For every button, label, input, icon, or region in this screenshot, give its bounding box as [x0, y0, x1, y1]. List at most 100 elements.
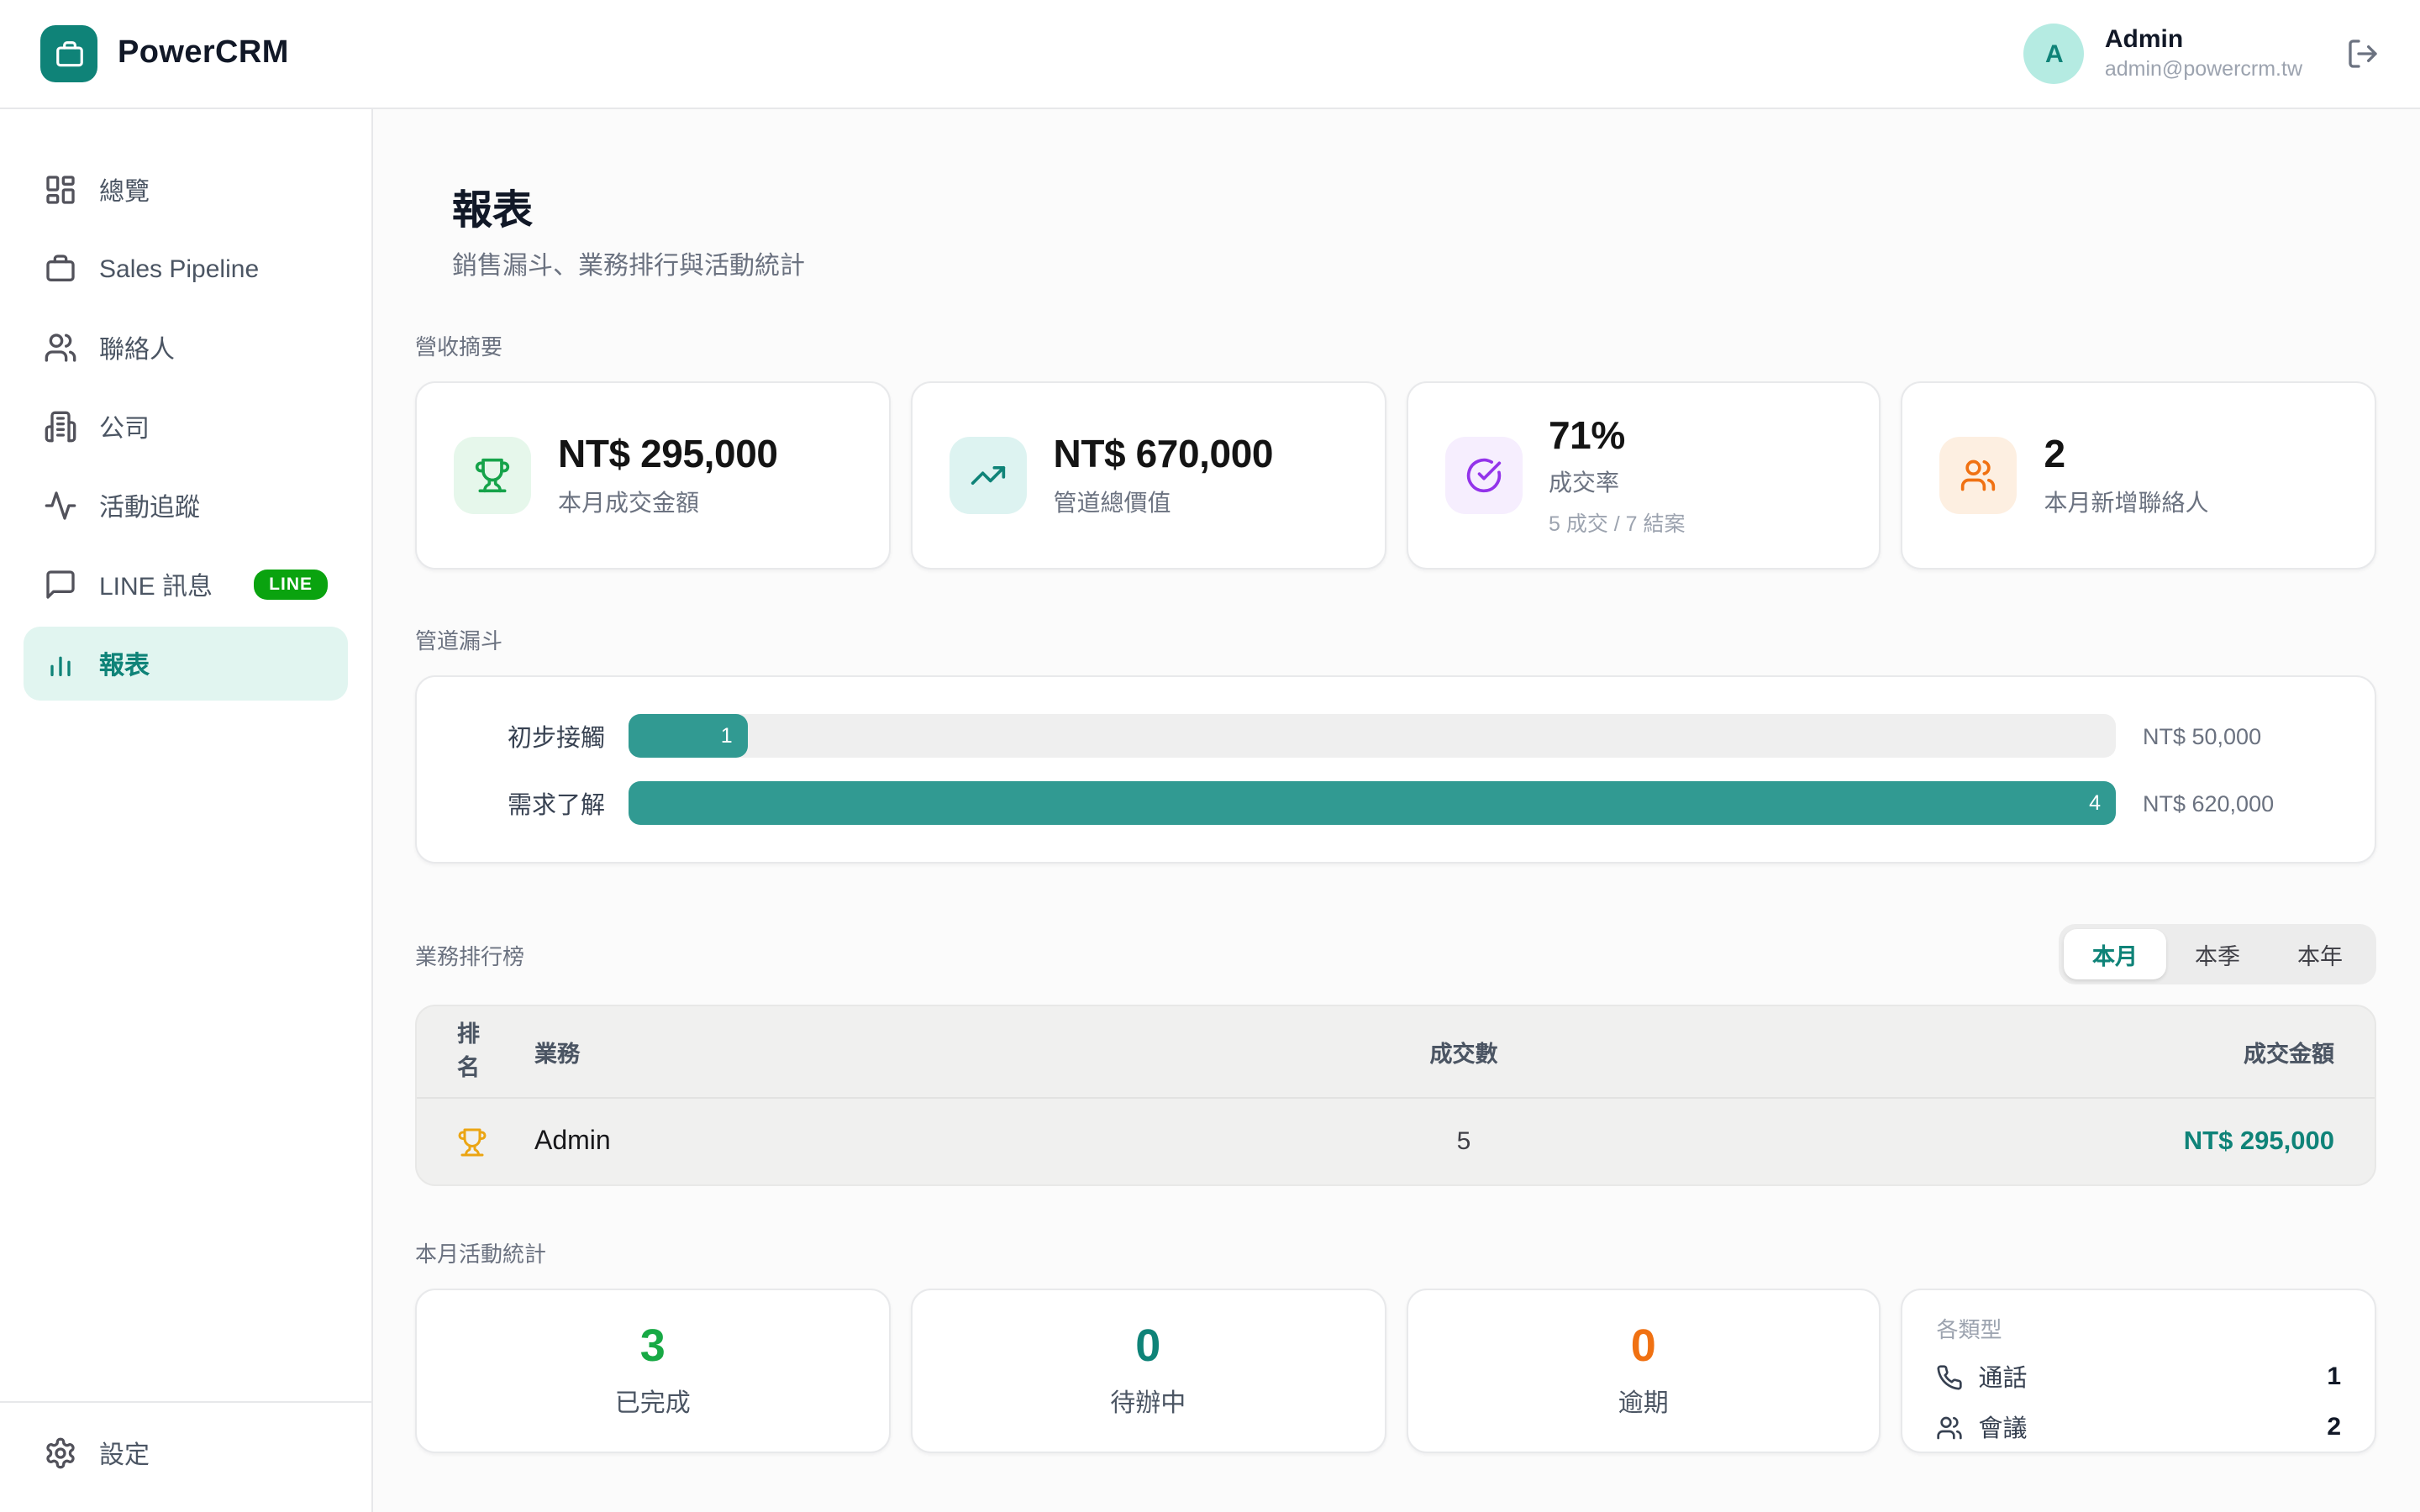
phone-icon	[1937, 1363, 1964, 1390]
stat-value: NT$ 295,000	[558, 433, 778, 477]
trophy-icon	[454, 437, 531, 514]
funnel-bar-track: 4	[629, 781, 2116, 825]
stat-value: 71%	[1549, 413, 1686, 458]
trophy-icon	[457, 1126, 534, 1157]
stage-amount: NT$ 50,000	[2139, 723, 2334, 748]
app-title: PowerCRM	[118, 35, 289, 72]
funnel-bar-fill: 4	[629, 781, 2116, 825]
activity-card-grid: 3 已完成 0 待辦中 0 逾期 各類型 通話 1	[415, 1289, 2376, 1453]
top-bar: PowerCRM A Admin admin@powercrm.tw	[0, 0, 2420, 109]
sidebar-item-activity[interactable]: 活動追蹤	[24, 469, 348, 543]
types-label: 各類型	[1937, 1312, 2342, 1344]
stat-value: NT$ 670,000	[1054, 433, 1274, 477]
user-meta: Admin admin@powercrm.tw	[2105, 25, 2302, 83]
card-win-rate: 71% 成交率 5 成交 / 7 結案	[1406, 381, 1881, 570]
rep-name: Admin	[534, 1126, 1316, 1157]
dashboard-icon	[44, 173, 77, 207]
users-icon	[1940, 437, 2018, 514]
stat-label: 待辦中	[1110, 1384, 1186, 1420]
stat-value: 3	[640, 1322, 666, 1372]
user-name: Admin	[2105, 25, 2302, 57]
funnel-section-label: 管道漏斗	[415, 623, 2376, 655]
users-icon	[44, 331, 77, 365]
stat-label: 已完成	[615, 1384, 691, 1420]
main-content: 報表 銷售漏斗、業務排行與活動統計 營收摘要 NT$ 295,000 本月成交金…	[373, 109, 2420, 1512]
sidebar-item-sales-pipeline[interactable]: Sales Pipeline	[24, 232, 348, 306]
stat-value: 0	[1135, 1322, 1160, 1372]
message-icon	[44, 568, 77, 601]
logout-button[interactable]	[2346, 37, 2380, 71]
revenue-section-label: 營收摘要	[415, 329, 2376, 361]
sidebar-item-reports[interactable]: 報表	[24, 627, 348, 701]
activity-section-label: 本月活動統計	[415, 1236, 2376, 1268]
sidebar-nav: 總覽 Sales Pipeline 聯絡人 公司 活動追蹤	[24, 153, 348, 701]
funnel-bar-track: 1	[629, 714, 2116, 758]
rep-deals: 5	[1316, 1127, 1612, 1156]
revenue-card-grid: NT$ 295,000 本月成交金額 NT$ 670,000 管道總價值	[415, 381, 2376, 570]
funnel-stage-row: 需求了解 4 NT$ 620,000	[457, 781, 2334, 825]
type-row-meetings: 會議 2	[1937, 1410, 2342, 1445]
rep-amount: NT$ 295,000	[1612, 1126, 2334, 1157]
building-icon	[44, 410, 77, 444]
stat-value: 2	[2044, 433, 2209, 477]
stat-label: 管道總價值	[1054, 485, 1274, 518]
type-row-calls: 通話 1	[1937, 1359, 2342, 1394]
tab-this-year[interactable]: 本年	[2269, 929, 2371, 979]
tab-this-month[interactable]: 本月	[2064, 929, 2166, 979]
type-value: 1	[2327, 1362, 2341, 1391]
brand: PowerCRM	[40, 25, 289, 82]
user-area: A Admin admin@powercrm.tw	[2024, 24, 2380, 84]
funnel-stage-row: 初步接觸 1 NT$ 50,000	[457, 714, 2334, 758]
sidebar-footer: 設定	[0, 1401, 371, 1512]
sidebar-item-companies[interactable]: 公司	[24, 390, 348, 464]
leaderboard-table: 排名 業務 成交數 成交金額 Admin 5 NT$ 295,000	[415, 1005, 2376, 1186]
card-activity-types: 各類型 通話 1 會議 2	[1902, 1289, 2377, 1453]
page-head: 報表 銷售漏斗、業務排行與活動統計	[452, 176, 2376, 282]
stage-name: 初步接觸	[457, 718, 605, 753]
page-subtitle: 銷售漏斗、業務排行與活動統計	[452, 247, 2376, 282]
column-amount: 成交金額	[1612, 1035, 2334, 1068]
line-badge: LINE	[254, 570, 328, 600]
sidebar-item-settings[interactable]: 設定	[24, 1416, 348, 1490]
sidebar-item-overview[interactable]: 總覽	[24, 153, 348, 227]
sidebar: 總覽 Sales Pipeline 聯絡人 公司 活動追蹤	[0, 109, 373, 1512]
sidebar-item-contacts[interactable]: 聯絡人	[24, 311, 348, 385]
activity-icon	[44, 489, 77, 522]
user-email: admin@powercrm.tw	[2105, 56, 2302, 82]
column-rank: 排名	[457, 1019, 482, 1084]
sidebar-item-line-messages[interactable]: LINE 訊息 LINE	[24, 548, 348, 622]
briefcase-logo-icon	[40, 25, 97, 82]
period-segmented-control: 本月 本季 本年	[2059, 924, 2376, 984]
app-window: PowerCRM A Admin admin@powercrm.tw 總覽	[0, 0, 2420, 1512]
type-value: 2	[2327, 1413, 2341, 1441]
page-title: 報表	[452, 176, 2376, 235]
card-new-contacts: 2 本月新增聯絡人	[1902, 381, 2377, 570]
stat-label: 逾期	[1618, 1384, 1669, 1420]
stat-label: 本月成交金額	[558, 485, 778, 518]
card-pipeline-total-value: NT$ 670,000 管道總價值	[911, 381, 1386, 570]
table-header-row: 排名 業務 成交數 成交金額	[417, 1006, 2375, 1097]
stage-amount: NT$ 620,000	[2139, 790, 2334, 816]
funnel-card: 初步接觸 1 NT$ 50,000 需求了解 4 NT$ 620,000	[415, 675, 2376, 864]
stage-name: 需求了解	[457, 785, 605, 821]
users-icon	[1937, 1414, 1964, 1441]
stat-label: 成交率	[1549, 465, 1686, 499]
trending-up-icon	[950, 437, 1027, 514]
leaderboard-section-label: 業務排行榜	[415, 938, 524, 970]
avatar: A	[2024, 24, 2085, 84]
funnel-bar-fill: 1	[629, 714, 748, 758]
table-row: Admin 5 NT$ 295,000	[417, 1097, 2375, 1184]
tab-this-quarter[interactable]: 本季	[2166, 929, 2269, 979]
check-circle-icon	[1444, 437, 1522, 514]
stat-value: 0	[1631, 1322, 1656, 1372]
stat-label: 本月新增聯絡人	[2044, 485, 2209, 518]
gear-icon	[44, 1436, 77, 1470]
card-completed: 3 已完成	[415, 1289, 891, 1453]
card-pending: 0 待辦中	[911, 1289, 1386, 1453]
card-monthly-closed-amount: NT$ 295,000 本月成交金額	[415, 381, 891, 570]
leaderboard-head: 業務排行榜 本月 本季 本年	[415, 924, 2376, 984]
bar-chart-icon	[44, 647, 77, 680]
log-out-icon	[2346, 37, 2380, 71]
briefcase-icon	[44, 252, 77, 286]
column-name: 業務	[534, 1035, 1316, 1068]
